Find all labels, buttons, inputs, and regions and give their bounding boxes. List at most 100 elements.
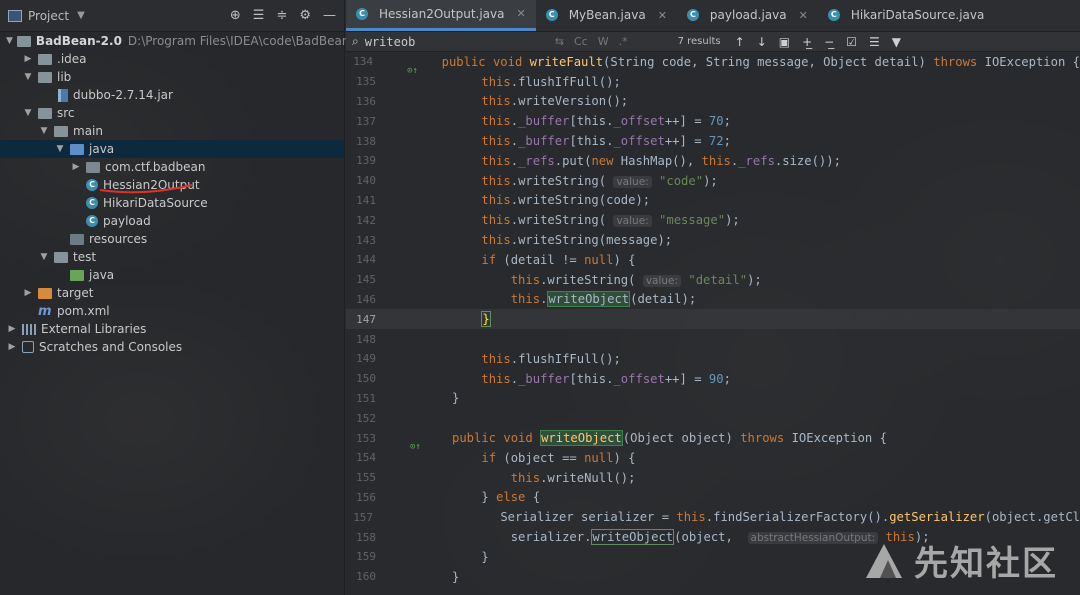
tree-item-label: main (73, 124, 103, 138)
tree-item-main[interactable]: ▼ main (0, 122, 344, 140)
tree-item-target[interactable]: ▶ target (0, 284, 344, 302)
search-match: writeObject (547, 291, 631, 308)
tree-item-src[interactable]: ▼ src (0, 104, 344, 122)
close-icon[interactable]: ✕ (658, 9, 667, 22)
code-line: 138 this._buffer[this._offset++] = 72; (356, 134, 731, 149)
chevron-down-icon[interactable]: ▼ (77, 10, 85, 21)
clear-icon[interactable]: ⇆ (555, 35, 564, 48)
tab-hessian2output[interactable]: C Hessian2Output.java ✕ (346, 0, 536, 31)
project-tree: ▼ BadBean-2.0 D:\Program Files\IDEA\code… (0, 32, 373, 356)
tree-item-pom[interactable]: m pom.xml (0, 302, 344, 320)
tree-item-payload[interactable]: C payload (0, 212, 344, 230)
tree-item-label: test (73, 250, 97, 264)
code-line: 155 this.writeNull(); (356, 470, 636, 485)
select-all-occurrences-icon[interactable]: ☑ (846, 35, 857, 49)
code-line: 137 this._buffer[this._offset++] = 70; (356, 114, 731, 129)
close-icon[interactable]: ✕ (799, 9, 808, 22)
tree-item-external-libraries[interactable]: ▶ External Libraries (0, 320, 344, 338)
filter-icon[interactable]: ▼ (892, 35, 901, 49)
project-tool-window: Project ▼ ⊕ ☰ ≑ ⚙ — ▼ BadBean-2.0 D:\Pro… (0, 0, 373, 595)
project-panel-title[interactable]: Project (28, 9, 69, 23)
code-line: 150 this._buffer[this._offset++] = 90; (356, 371, 731, 386)
chevron-right-icon[interactable]: ▶ (70, 162, 82, 172)
tree-item-badbean[interactable]: ▼ BadBean-2.0 D:\Program Files\IDEA\code… (0, 32, 373, 50)
tree-item-resources[interactable]: resources (0, 230, 344, 248)
tree-item-label: lib (57, 70, 72, 84)
tree-item-label: pom.xml (57, 304, 110, 318)
class-icon: C (356, 7, 368, 20)
maven-icon: m (38, 303, 52, 319)
tree-item-scratches[interactable]: ▶ Scratches and Consoles (0, 338, 344, 356)
chevron-down-icon[interactable]: ▼ (22, 108, 34, 118)
tree-item-lib[interactable]: ▼ lib (0, 68, 344, 86)
class-icon: C (86, 215, 98, 227)
class-icon: C (686, 9, 699, 21)
tree-item-main-java[interactable]: ▼ java (0, 140, 344, 158)
tree-item-label: resources (89, 232, 148, 246)
remove-occurrence-icon[interactable]: −̲ (824, 35, 834, 49)
chevron-down-icon[interactable]: ▼ (38, 126, 50, 136)
regex-button[interactable]: .* (619, 35, 628, 48)
project-path: D:\Program Files\IDEA\code\BadBean-2.0 (127, 34, 373, 48)
tab-hikaridatasource[interactable]: C HikariDataSource.java (818, 0, 995, 31)
search-icon[interactable]: ⌕ (352, 34, 359, 49)
tab-label: Hessian2Output.java (379, 6, 505, 21)
tree-item-label: HikariDataSource (103, 196, 208, 210)
hide-icon[interactable]: — (323, 8, 336, 23)
editor-tabs: C Hessian2Output.java ✕ C MyBean.java ✕ … (346, 0, 1080, 32)
chevron-down-icon[interactable]: ▼ (38, 252, 50, 262)
collapse-all-icon[interactable]: ≑ (276, 8, 287, 23)
filter-lines-icon[interactable]: ☰ (869, 35, 880, 49)
scratch-icon (22, 341, 34, 353)
arrow-up-icon[interactable]: ↑ (735, 35, 745, 49)
code-line-current: 147 } (346, 309, 1080, 330)
chevron-right-icon[interactable]: ▶ (22, 288, 34, 298)
tree-item-hessian2output[interactable]: C Hessian2Output (0, 176, 344, 194)
close-icon[interactable]: ✕ (516, 7, 525, 20)
class-icon: C (86, 179, 98, 191)
tree-item-idea[interactable]: ▶ .idea (0, 50, 344, 68)
open-in-window-icon[interactable]: ▣ (779, 35, 790, 49)
code-editor[interactable]: 134 ⊙↑ public void writeFault(String cod… (346, 52, 1080, 587)
folder-icon (38, 53, 52, 65)
tab-label: HikariDataSource.java (850, 8, 985, 22)
locate-icon[interactable]: ⊕ (230, 8, 241, 23)
code-line: 141 this.writeString(code); (356, 193, 651, 208)
gear-icon[interactable]: ⚙ (299, 8, 311, 23)
search-input[interactable]: writeob (365, 35, 555, 49)
code-line: 136 this.writeVersion(); (356, 94, 629, 109)
watermark: 先知社区 (862, 536, 1058, 585)
tab-payload[interactable]: C payload.java ✕ (677, 0, 818, 31)
match-case-button[interactable]: Cc (574, 35, 588, 48)
tree-item-package[interactable]: ▶ com.ctf.badbean (0, 158, 344, 176)
tree-item-dubbo-jar[interactable]: dubbo-2.7.14.jar (0, 86, 344, 104)
expand-all-icon[interactable]: ☰ (253, 8, 265, 23)
folder-icon (38, 107, 52, 119)
code-line: 148 (356, 332, 376, 346)
words-button[interactable]: W (598, 35, 609, 48)
arrow-down-icon[interactable]: ↓ (757, 35, 767, 49)
add-occurrence-icon[interactable]: +̲ (802, 35, 812, 49)
tree-item-label: dubbo-2.7.14.jar (73, 88, 173, 102)
tab-mybean[interactable]: C MyBean.java ✕ (536, 0, 677, 31)
code-line: 154 if (object == null) { (356, 450, 636, 465)
code-line: 135 this.flushIfFull(); (356, 74, 621, 89)
search-match: writeObject (591, 529, 675, 546)
parameter-hint: abstractHessianOutput: (747, 532, 879, 545)
tree-item-label: Scratches and Consoles (39, 340, 183, 354)
chevron-right-icon[interactable]: ▶ (22, 54, 34, 64)
tree-item-test-java[interactable]: java (0, 266, 344, 284)
chevron-down-icon[interactable]: ▼ (6, 36, 13, 46)
jar-icon (58, 88, 68, 102)
tree-item-test[interactable]: ▼ test (0, 248, 344, 266)
class-icon: C (86, 197, 98, 209)
tree-item-hikaridatasource[interactable]: C HikariDataSource (0, 194, 344, 212)
tree-item-label: src (57, 106, 75, 120)
chevron-down-icon[interactable]: ▼ (22, 72, 34, 82)
chevron-right-icon[interactable]: ▶ (6, 324, 18, 334)
chevron-down-icon[interactable]: ▼ (54, 144, 66, 154)
class-icon: C (545, 9, 558, 21)
code-line: 134 ⊙↑ public void writeFault(String cod… (353, 54, 1080, 76)
code-line: 144 if (detail != null) { (356, 252, 636, 267)
chevron-right-icon[interactable]: ▶ (6, 342, 18, 352)
